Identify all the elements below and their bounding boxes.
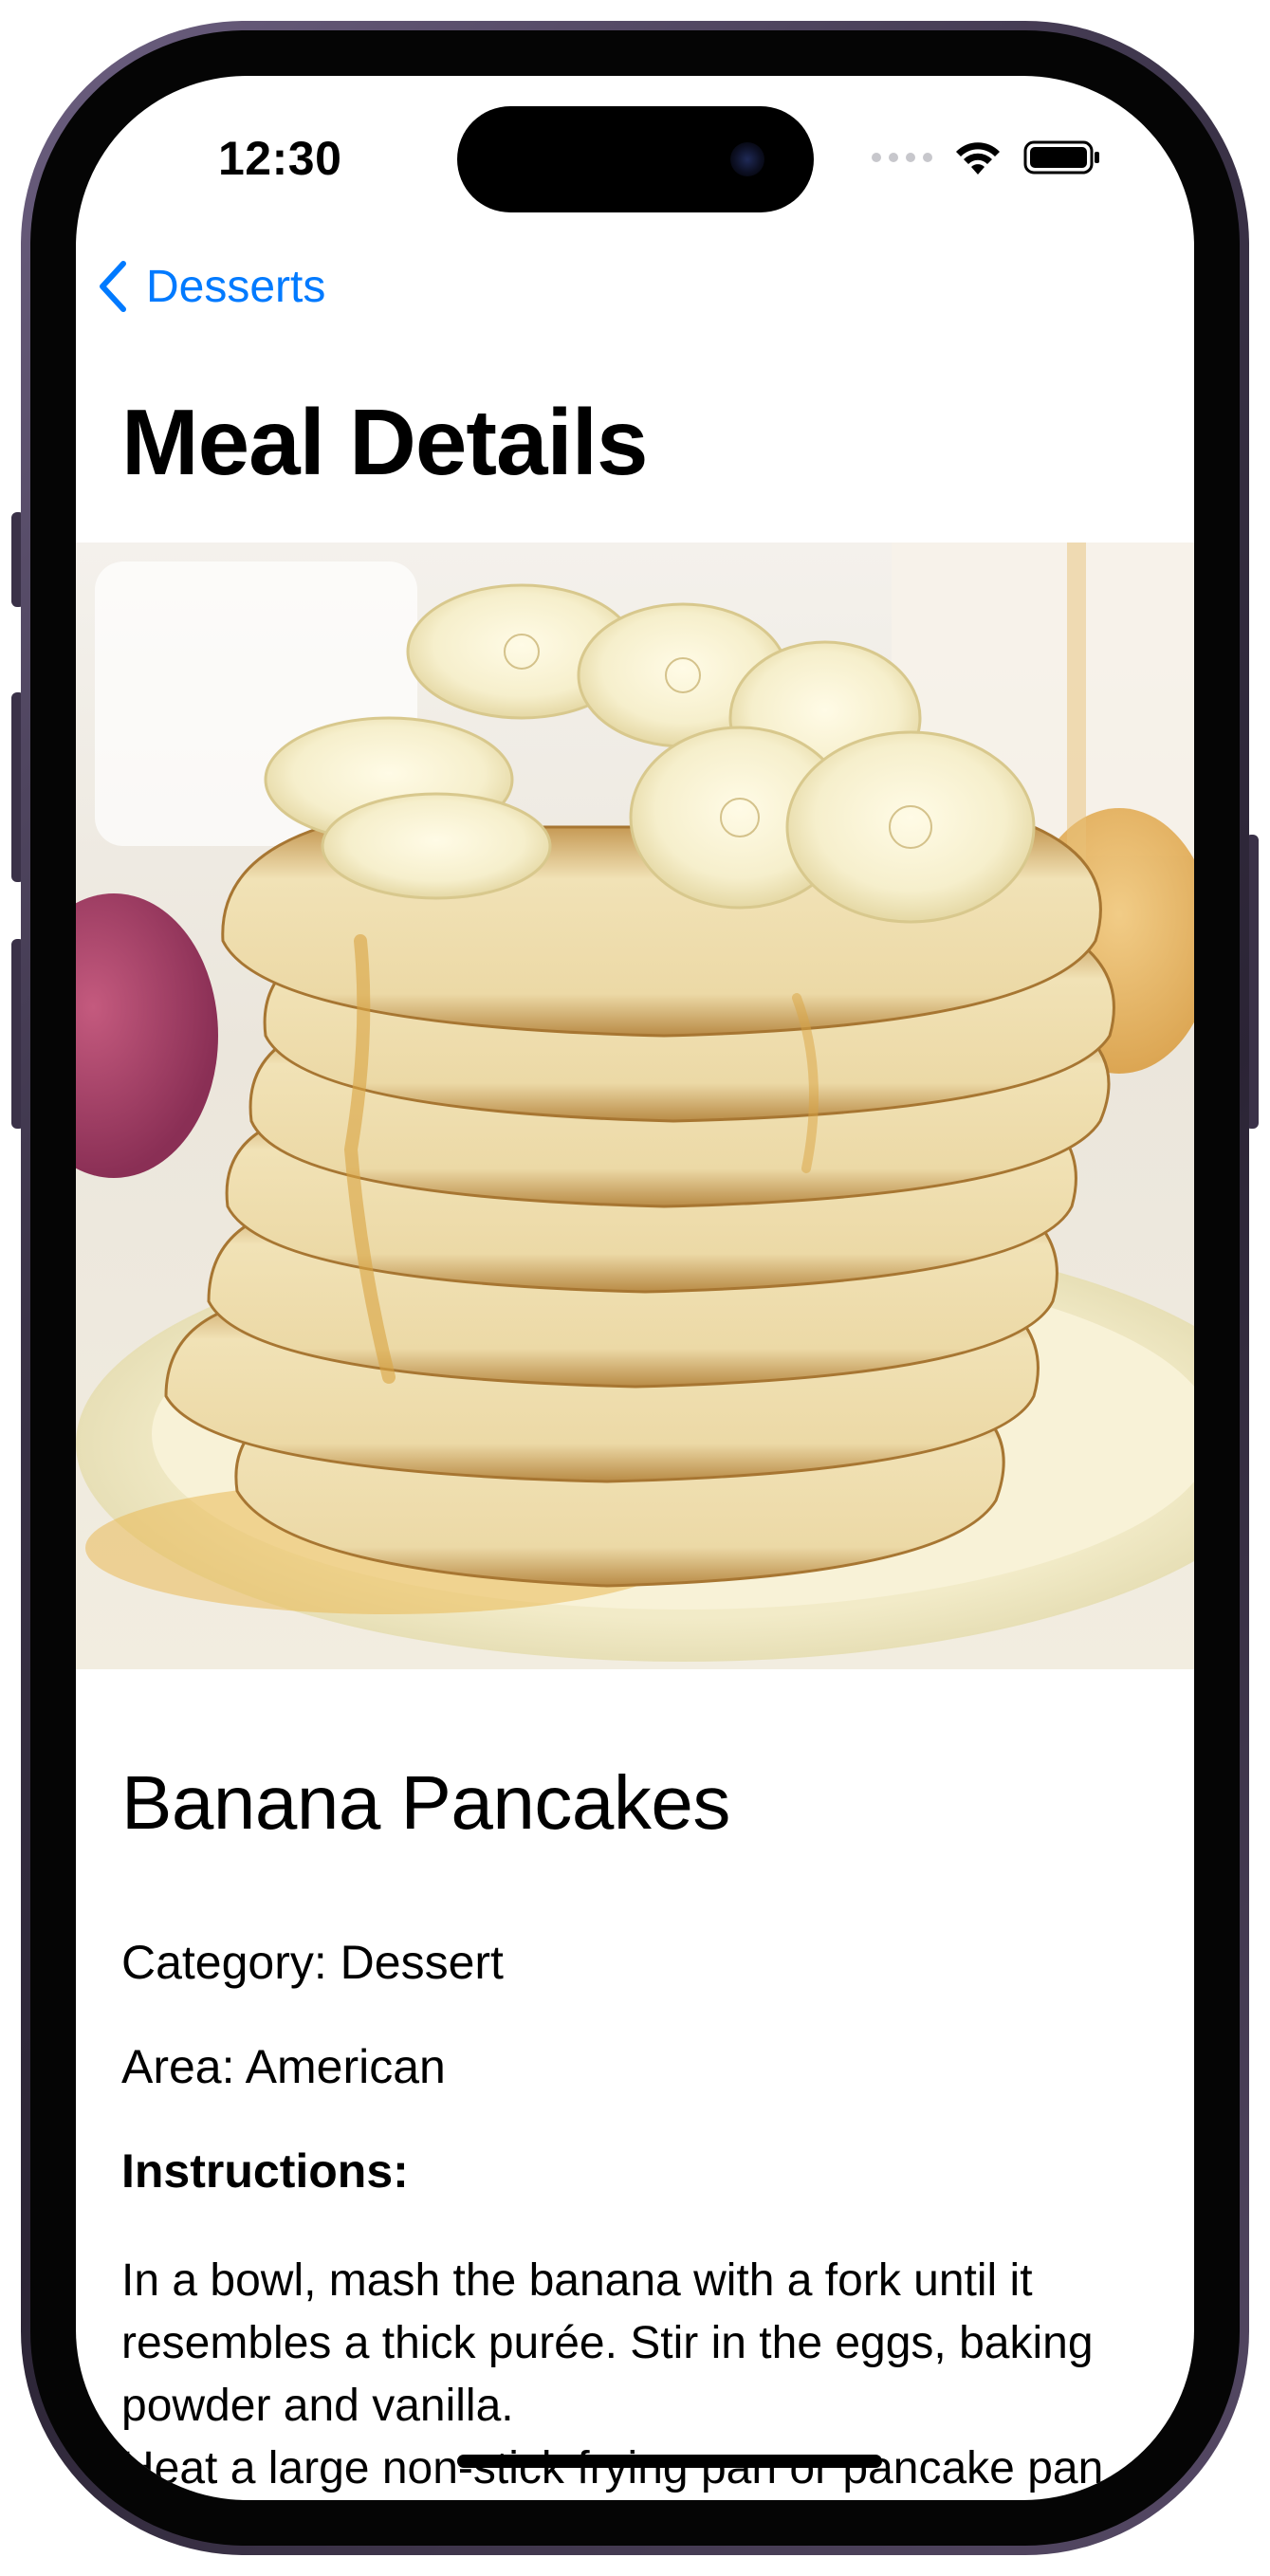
pancake-stack-illustration bbox=[76, 543, 1194, 1669]
front-camera-icon bbox=[730, 142, 764, 176]
instructions-heading: Instructions: bbox=[121, 2144, 409, 2198]
home-indicator[interactable] bbox=[457, 2455, 882, 2468]
dynamic-island bbox=[457, 106, 814, 212]
meal-name: Banana Pancakes bbox=[121, 1760, 730, 1845]
meal-category: Category: Dessert bbox=[121, 1936, 504, 1989]
battery-icon bbox=[1023, 140, 1099, 175]
meal-area: Area: American bbox=[121, 2040, 446, 2093]
device-frame: 12:30 Desserts Meal Details Banana Panca… bbox=[21, 21, 1249, 2555]
status-time: 12:30 bbox=[218, 132, 342, 185]
chevron-left-icon bbox=[100, 261, 126, 312]
cellular-signal-icon bbox=[872, 153, 932, 162]
device-bezel: 12:30 Desserts Meal Details Banana Panca… bbox=[30, 30, 1240, 2546]
page-title: Meal Details bbox=[121, 390, 648, 494]
wifi-icon bbox=[956, 142, 1000, 175]
back-button-label: Desserts bbox=[146, 261, 326, 312]
status-icons bbox=[872, 137, 1101, 178]
back-button[interactable]: Desserts bbox=[97, 260, 325, 313]
screen: 12:30 Desserts Meal Details Banana Panca… bbox=[76, 76, 1194, 2500]
meal-photo bbox=[76, 543, 1194, 1669]
